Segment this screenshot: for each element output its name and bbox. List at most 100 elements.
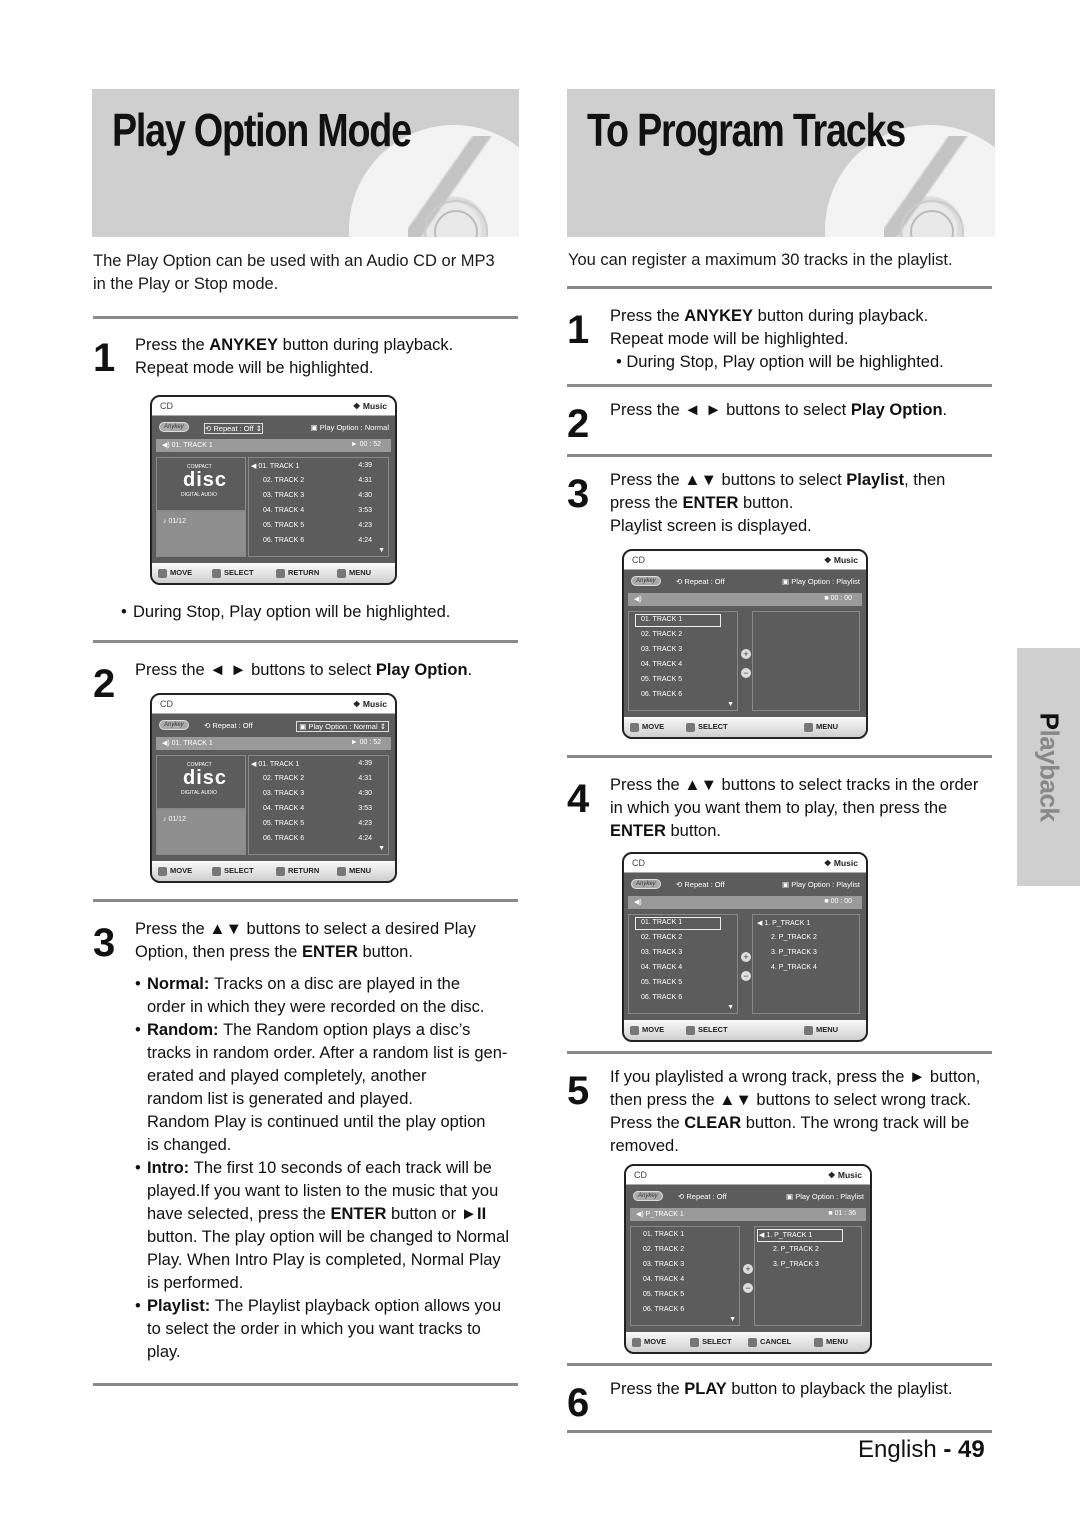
track-item: 03. TRACK 3 bbox=[641, 949, 683, 956]
track-item: 06. TRACK 6 bbox=[641, 691, 683, 698]
scroll-down-icon: ▼ bbox=[378, 547, 385, 554]
track-item: 02. TRACK 2 bbox=[641, 631, 683, 638]
page-number: 49 bbox=[958, 1436, 985, 1463]
logo-text: DIGITAL AUDIO bbox=[181, 790, 217, 796]
track-item: 04. TRACK 4 bbox=[263, 805, 305, 812]
remove-icon: − bbox=[743, 1283, 753, 1293]
osd-mode-label: ❖ Music bbox=[827, 1170, 862, 1180]
step-line: Press the ▲▼ buttons to select tracks in… bbox=[610, 776, 979, 794]
osd-screen-playlist-cleared: CD ❖ Music Anykey ⟲ Repeat : Off ▣ Play Opti… bbox=[624, 1164, 872, 1354]
playlist-item: 3. P_TRACK 3 bbox=[771, 949, 817, 956]
option-line: is performed. bbox=[147, 1274, 244, 1292]
option-term: Playlist: bbox=[147, 1297, 215, 1315]
track-item: 02. TRACK 2 bbox=[263, 775, 305, 782]
track-item: 02. TRACK 2 bbox=[263, 477, 305, 484]
play-option-status: ▣ Play Option : Playlist bbox=[782, 880, 860, 889]
playlist-item: 2. P_TRACK 2 bbox=[771, 934, 817, 941]
divider bbox=[567, 286, 992, 289]
osd-mode-label: ❖ Music bbox=[823, 555, 858, 565]
disc-counter: ♪ 01/12 bbox=[163, 518, 186, 525]
playback-time: ■ 01 : 36 bbox=[828, 1210, 856, 1217]
option-item: • Playlist: The Playlist playback option … bbox=[135, 1295, 527, 1364]
track-item: 05. TRACK 5 bbox=[263, 820, 305, 827]
repeat-status: ⟲ Repeat : Off bbox=[676, 880, 725, 889]
remove-icon: − bbox=[741, 971, 751, 981]
disc-counter-panel: ♪ 01/12 bbox=[156, 809, 246, 855]
left-step-2: Press the ◄ ► buttons to select Play Opt… bbox=[135, 659, 472, 682]
track-duration: 4:30 bbox=[358, 492, 372, 499]
logo-text: disc bbox=[183, 469, 228, 491]
track-list-panel: 01. TRACK 1 02. TRACK 2 03. TRACK 3 04. TRA… bbox=[628, 611, 738, 711]
repeat-status: ⟲ Repeat : Off bbox=[204, 721, 253, 730]
step-line: removed. bbox=[610, 1137, 679, 1155]
step-number: 1 bbox=[93, 336, 116, 380]
now-playing-bar: ◀) 01. TRACK 1 ► 00 : 52 bbox=[156, 737, 391, 750]
scroll-down-icon: ▼ bbox=[729, 1316, 736, 1323]
osd-option-row: Anykey ⟲ Repeat : Off ▣ Play Option : Play… bbox=[628, 575, 862, 589]
osd-source-label: CD bbox=[160, 699, 173, 709]
now-playing-track: ◀) 01. TRACK 1 bbox=[162, 740, 213, 747]
now-playing-bar: ◀) 01. TRACK 1 ► 00 : 52 bbox=[156, 439, 391, 452]
playlist-panel bbox=[752, 611, 860, 711]
playlist-item: 4. P_TRACK 4 bbox=[771, 964, 817, 971]
divider bbox=[567, 384, 992, 387]
anykey-badge: Anykey bbox=[631, 576, 661, 586]
option-item: • Random: The Random option plays a disc’… bbox=[135, 1019, 527, 1157]
track-item: 02. TRACK 2 bbox=[643, 1246, 685, 1253]
left-step-1: Press the ANYKEY button during playback.… bbox=[135, 334, 453, 380]
osd-option-row: Anykey ⟲ Repeat : Off ▣ Play Option : Play… bbox=[630, 1190, 866, 1204]
osd-button-bar: MOVE SELECT CANCEL MENU bbox=[626, 1332, 870, 1352]
osd-screen-playlist-empty: CD ❖ Music Anykey ⟲ Repeat : Off ▣ Play Opti… bbox=[622, 549, 868, 739]
now-playing-track: ◀) bbox=[634, 899, 642, 906]
divider bbox=[93, 1383, 518, 1386]
now-playing-track: ◀) 01. TRACK 1 bbox=[162, 442, 213, 449]
osd-button-bar: MOVE SELECT RETURN MENU bbox=[152, 563, 395, 583]
step-line: Press the PLAY button to playback the pl… bbox=[610, 1380, 953, 1398]
section-title: Play Option Mode bbox=[112, 104, 412, 156]
track-item: 06. TRACK 6 bbox=[263, 537, 305, 544]
option-line: button. The play option will be changed … bbox=[147, 1228, 510, 1246]
osd-source-label: CD bbox=[632, 858, 645, 868]
option-line: Intro: The first 10 seconds of each trac… bbox=[147, 1159, 492, 1177]
menu-hint: MENU bbox=[814, 1337, 848, 1347]
page-footer: English - 49 bbox=[858, 1436, 985, 1464]
chapter-tab-playback[interactable]: Playback bbox=[1017, 648, 1080, 886]
play-option-status: ▣ Play Option : Normal bbox=[310, 423, 389, 432]
step-line: Playlist screen is displayed. bbox=[610, 517, 812, 535]
track-item: 05. TRACK 5 bbox=[263, 522, 305, 529]
step-line: Press the ANYKEY button during playback. bbox=[135, 336, 454, 354]
note: • During Stop, Play option will be highli… bbox=[121, 603, 451, 621]
step-line: Press the ▲▼ buttons to select Playlist,… bbox=[610, 471, 946, 489]
step-line: then press the ▲▼ buttons to select wron… bbox=[610, 1091, 972, 1109]
track-duration: 4:24 bbox=[358, 835, 372, 842]
track-item: 02. TRACK 2 bbox=[641, 934, 683, 941]
anykey-badge: Anykey bbox=[631, 879, 661, 889]
disc-logo-panel: COMPACT disc DIGITAL AUDIO bbox=[156, 755, 246, 809]
play-option-status: ▣ Play Option : Playlist bbox=[786, 1192, 864, 1201]
track-item: 03. TRACK 3 bbox=[641, 646, 683, 653]
step-number: 3 bbox=[567, 472, 590, 516]
track-item: 06. TRACK 6 bbox=[643, 1306, 685, 1313]
scroll-down-icon: ▼ bbox=[378, 845, 385, 852]
osd-title-bar: CD ❖ Music bbox=[152, 695, 395, 714]
now-playing-track: ◀) bbox=[634, 596, 642, 603]
disc-counter-panel: ♪ 01/12 bbox=[156, 511, 246, 557]
divider bbox=[567, 1051, 992, 1054]
remove-icon: − bbox=[741, 668, 751, 678]
track-item: 04. TRACK 4 bbox=[641, 661, 683, 668]
playback-time: ■ 00 : 00 bbox=[824, 898, 852, 905]
track-duration: 4:39 bbox=[358, 760, 372, 767]
osd-title-bar: CD ❖ Music bbox=[624, 551, 866, 570]
disc-logo-panel: COMPACT disc DIGITAL AUDIO bbox=[156, 457, 246, 511]
now-playing-bar: ◀) ■ 00 : 00 bbox=[628, 593, 862, 606]
track-item: 04. TRACK 4 bbox=[263, 507, 305, 514]
add-icon: + bbox=[741, 952, 751, 962]
move-hint: MOVE bbox=[630, 722, 664, 732]
option-line: order in which they were recorded on the… bbox=[147, 998, 485, 1016]
menu-hint: MENU bbox=[804, 1025, 838, 1035]
option-line: Play. When Intro Play is completed, Norm… bbox=[147, 1251, 501, 1269]
menu-hint: MENU bbox=[337, 866, 371, 876]
header-to-program-tracks: To Program Tracks bbox=[567, 89, 995, 237]
track-duration: 3:53 bbox=[358, 805, 372, 812]
intro-line: The Play Option can be used with an Audi… bbox=[93, 252, 495, 270]
